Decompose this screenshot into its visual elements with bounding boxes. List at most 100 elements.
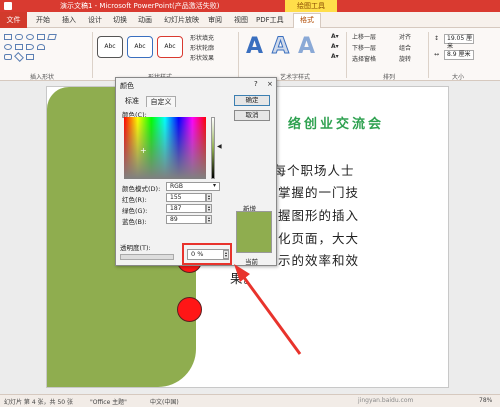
square-shape-icon[interactable] bbox=[15, 44, 23, 50]
selection-pane-button[interactable]: 选择窗格 bbox=[352, 54, 376, 63]
tab-slideshow[interactable]: 幻灯片放映 bbox=[164, 15, 199, 25]
text-effects-icon[interactable]: A▾ bbox=[331, 53, 339, 60]
dialog-title: 颜色 bbox=[120, 82, 134, 90]
callout-shape-icon[interactable] bbox=[4, 54, 12, 60]
shape-style-3[interactable]: Abc bbox=[157, 36, 183, 58]
group-label-size: 大小 bbox=[452, 74, 465, 81]
tab-file[interactable]: 文件 bbox=[0, 12, 27, 28]
arc-shape-icon[interactable] bbox=[37, 44, 45, 50]
slide-body-line[interactable]: 掌握的一门技 bbox=[278, 182, 359, 201]
wordart-style-1[interactable]: A bbox=[246, 34, 263, 59]
tab-transitions[interactable]: 切换 bbox=[113, 15, 127, 25]
slide-title-text[interactable]: 络创业交流会 bbox=[288, 113, 384, 132]
red-spinner[interactable]: ▴ ▾ bbox=[206, 193, 212, 202]
tab-custom[interactable]: 自定义 bbox=[146, 96, 176, 107]
circle-shape-icon[interactable] bbox=[4, 44, 12, 50]
luminance-arrow-icon[interactable]: ◀ bbox=[217, 143, 222, 150]
cancel-button[interactable]: 取消 bbox=[234, 110, 270, 121]
tab-standard[interactable]: 标准 bbox=[120, 96, 144, 107]
tab-review[interactable]: 审阅 bbox=[208, 15, 222, 25]
red-circle-shape[interactable] bbox=[177, 297, 202, 322]
tab-design[interactable]: 设计 bbox=[88, 15, 102, 25]
green-spinner[interactable]: ▴ ▾ bbox=[206, 204, 212, 213]
width-input[interactable]: 8.9 厘米 bbox=[444, 50, 474, 60]
wordart-style-2[interactable]: A bbox=[271, 34, 289, 60]
diamond-shape-icon[interactable] bbox=[14, 52, 24, 62]
group-label-arrange: 排列 bbox=[383, 74, 396, 81]
rotate-button[interactable]: 旋转 bbox=[399, 54, 411, 63]
chevron-down-icon[interactable]: ▾ bbox=[213, 182, 216, 189]
ribbon-separator bbox=[346, 32, 347, 78]
text-outline-icon[interactable]: A▾ bbox=[331, 43, 339, 50]
new-color-swatch bbox=[236, 211, 272, 253]
window-title: 演示文稿1 - Microsoft PowerPoint(产品激活失败) bbox=[60, 2, 220, 10]
app-icon[interactable] bbox=[4, 2, 12, 10]
star-shape-icon[interactable] bbox=[26, 54, 34, 60]
blue-label: 蓝色(B): bbox=[122, 218, 147, 226]
help-button[interactable]: ? bbox=[254, 80, 258, 88]
status-bar: 幻灯片 第 4 张，共 50 张 "Office 主题" 中文(中国) jing… bbox=[0, 394, 500, 407]
oval-shape-icon[interactable] bbox=[26, 34, 34, 40]
slide-count-status: 幻灯片 第 4 张，共 50 张 bbox=[4, 399, 73, 406]
tab-pdf-tools[interactable]: PDF工具 bbox=[256, 15, 284, 25]
height-icon: ↕ bbox=[434, 35, 440, 42]
green-value-input[interactable]: 187 bbox=[166, 204, 206, 213]
crosshair-icon[interactable]: + bbox=[140, 146, 147, 155]
blue-spinner[interactable]: ▴ ▾ bbox=[206, 215, 212, 224]
align-button[interactable]: 对齐 bbox=[399, 32, 411, 41]
blue-value-input[interactable]: 89 bbox=[166, 215, 206, 224]
shape-outline-button[interactable]: 形状轮廓 bbox=[190, 43, 214, 52]
tab-insert[interactable]: 插入 bbox=[62, 15, 76, 25]
shape-effects-button[interactable]: 形状效果 bbox=[190, 53, 214, 62]
slide-body-line[interactable]: 果。 bbox=[230, 268, 257, 287]
slide-body-line[interactable]: 示的效率和效 bbox=[278, 250, 359, 269]
shape-fill-button[interactable]: 形状填充 bbox=[190, 33, 214, 42]
context-tab-drawing-tools: 绘图工具 bbox=[285, 0, 337, 12]
tab-animations[interactable]: 动画 bbox=[138, 15, 152, 25]
shape-style-2[interactable]: Abc bbox=[127, 36, 153, 58]
width-icon: ↔ bbox=[434, 51, 440, 58]
rounded-rectangle-shape-icon[interactable] bbox=[15, 34, 23, 40]
transparency-label: 透明度(T): bbox=[120, 244, 151, 252]
arrow-shape-icon[interactable] bbox=[26, 44, 34, 50]
luminance-slider[interactable] bbox=[211, 117, 215, 179]
highlight-box bbox=[182, 243, 232, 265]
close-icon[interactable]: × bbox=[267, 80, 273, 88]
send-backward-button[interactable]: 下移一层 bbox=[352, 43, 376, 52]
green-label: 绿色(G): bbox=[122, 207, 148, 215]
group-label-wordart-styles: 艺术字样式 bbox=[280, 74, 311, 81]
tab-view[interactable]: 视图 bbox=[234, 15, 248, 25]
tab-home[interactable]: 开始 bbox=[36, 15, 50, 25]
title-bar: 演示文稿1 - Microsoft PowerPoint(产品激活失败) 绘图工… bbox=[0, 0, 500, 12]
red-value-input[interactable]: 155 bbox=[166, 193, 206, 202]
group-button[interactable]: 组合 bbox=[399, 43, 411, 52]
ok-button[interactable]: 确定 bbox=[234, 95, 270, 106]
group-label-insert-shapes: 插入形状 bbox=[30, 74, 55, 81]
rectangle-shape-icon[interactable] bbox=[4, 34, 12, 40]
color-model-select[interactable]: RGB bbox=[166, 182, 220, 191]
watermark-text: jingyan.baidu.com bbox=[358, 397, 414, 404]
red-label: 红色(R): bbox=[122, 196, 147, 204]
color-model-label: 颜色模式(D): bbox=[122, 185, 161, 193]
ribbon-separator bbox=[92, 32, 93, 78]
ribbon-tabs: 文件 开始 插入 设计 切换 动画 幻灯片放映 审阅 视图 PDF工具 格式 bbox=[0, 12, 500, 28]
height-input[interactable]: 19.05 厘米 bbox=[444, 34, 474, 50]
parallelogram-shape-icon[interactable] bbox=[47, 34, 57, 40]
slide-body-line[interactable]: 握图形的插入 bbox=[278, 205, 359, 224]
language-status: 中文(中国) bbox=[150, 399, 179, 406]
wordart-style-3[interactable]: A bbox=[298, 34, 315, 59]
text-fill-icon[interactable]: A▾ bbox=[331, 33, 339, 40]
zoom-level[interactable]: 78% bbox=[479, 397, 492, 404]
shape-style-1[interactable]: Abc bbox=[97, 36, 123, 58]
ribbon: 插入形状 Abc Abc Abc 形状填充 形状轮廓 形状效果 形状样式 A A… bbox=[0, 28, 500, 81]
tab-format[interactable]: 格式 bbox=[293, 13, 321, 28]
color-spectrum-picker[interactable] bbox=[124, 117, 206, 179]
ribbon-separator bbox=[428, 32, 429, 78]
current-color-label: 当前 bbox=[245, 258, 258, 266]
theme-status: "Office 主题" bbox=[90, 399, 127, 406]
bring-forward-button[interactable]: 上移一层 bbox=[352, 32, 376, 41]
text-box-shape-icon[interactable] bbox=[37, 34, 45, 40]
slide-body-line[interactable]: 化页面，大大 bbox=[278, 228, 359, 247]
ribbon-separator bbox=[238, 32, 239, 78]
transparency-slider[interactable] bbox=[120, 254, 174, 260]
